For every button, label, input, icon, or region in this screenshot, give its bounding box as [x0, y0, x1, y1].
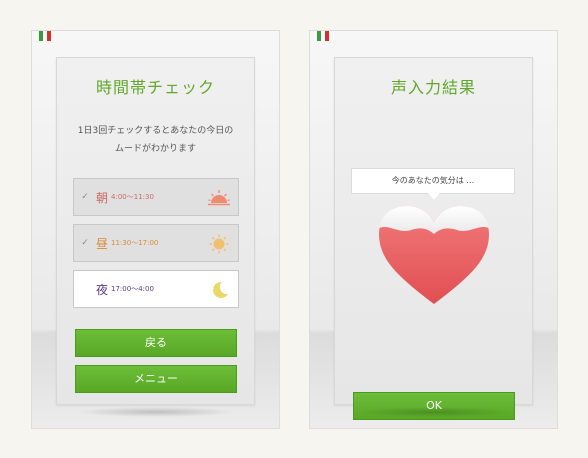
slot-morning-time: 4:00〜11:30 — [111, 193, 154, 201]
time-slot-check-screen: 時間帯チェック 1日3回チェックするとあなたの今日の ムードがわかります ✓ 朝… — [31, 30, 280, 429]
sun-icon — [209, 234, 229, 254]
menu-button[interactable]: メニュー — [75, 365, 237, 393]
voice-result-screen: 声入力結果 今のあなたの気分は … OK — [309, 30, 558, 429]
slot-daytime[interactable]: ✓ 昼 11:30〜17:00 — [73, 224, 239, 262]
page-title: 時間帯チェック — [95, 78, 215, 97]
heart-icon — [379, 206, 489, 304]
slot-morning[interactable]: ✓ 朝 4:00〜11:30 — [73, 178, 239, 216]
slot-daytime-name: 昼 — [96, 236, 109, 251]
check-icon: ✓ — [81, 192, 89, 202]
description-line-1: 1日3回チェックするとあなたの今日の — [77, 126, 234, 136]
italian-flag-icon — [317, 31, 329, 41]
moon-icon — [213, 281, 228, 298]
slot-night-name: 夜 — [96, 282, 109, 297]
description: 1日3回チェックするとあなたの今日の ムードがわかります — [57, 122, 254, 158]
speech-bubble: 今のあなたの気分は … — [351, 168, 515, 200]
description-line-2: ムードがわかります — [114, 144, 196, 154]
slot-daytime-time: 11:30〜17:00 — [111, 239, 159, 247]
slot-night-time: 17:00〜4:00 — [111, 285, 154, 293]
panel-shadow — [354, 407, 514, 417]
sunrise-icon — [208, 190, 230, 206]
check-icon: ✓ — [81, 238, 89, 248]
back-button[interactable]: 戻る — [75, 329, 237, 357]
page-title: 声入力結果 — [390, 78, 476, 97]
slot-night[interactable]: 夜 17:00〜4:00 — [73, 270, 239, 308]
result-panel: 声入力結果 今のあなたの気分は … OK — [334, 57, 533, 420]
panel-shadow — [76, 407, 236, 417]
italian-flag-icon — [39, 31, 51, 41]
time-slot-panel: 時間帯チェック 1日3回チェックするとあなたの今日の ムードがわかります ✓ 朝… — [56, 57, 255, 405]
slot-morning-name: 朝 — [96, 190, 109, 205]
